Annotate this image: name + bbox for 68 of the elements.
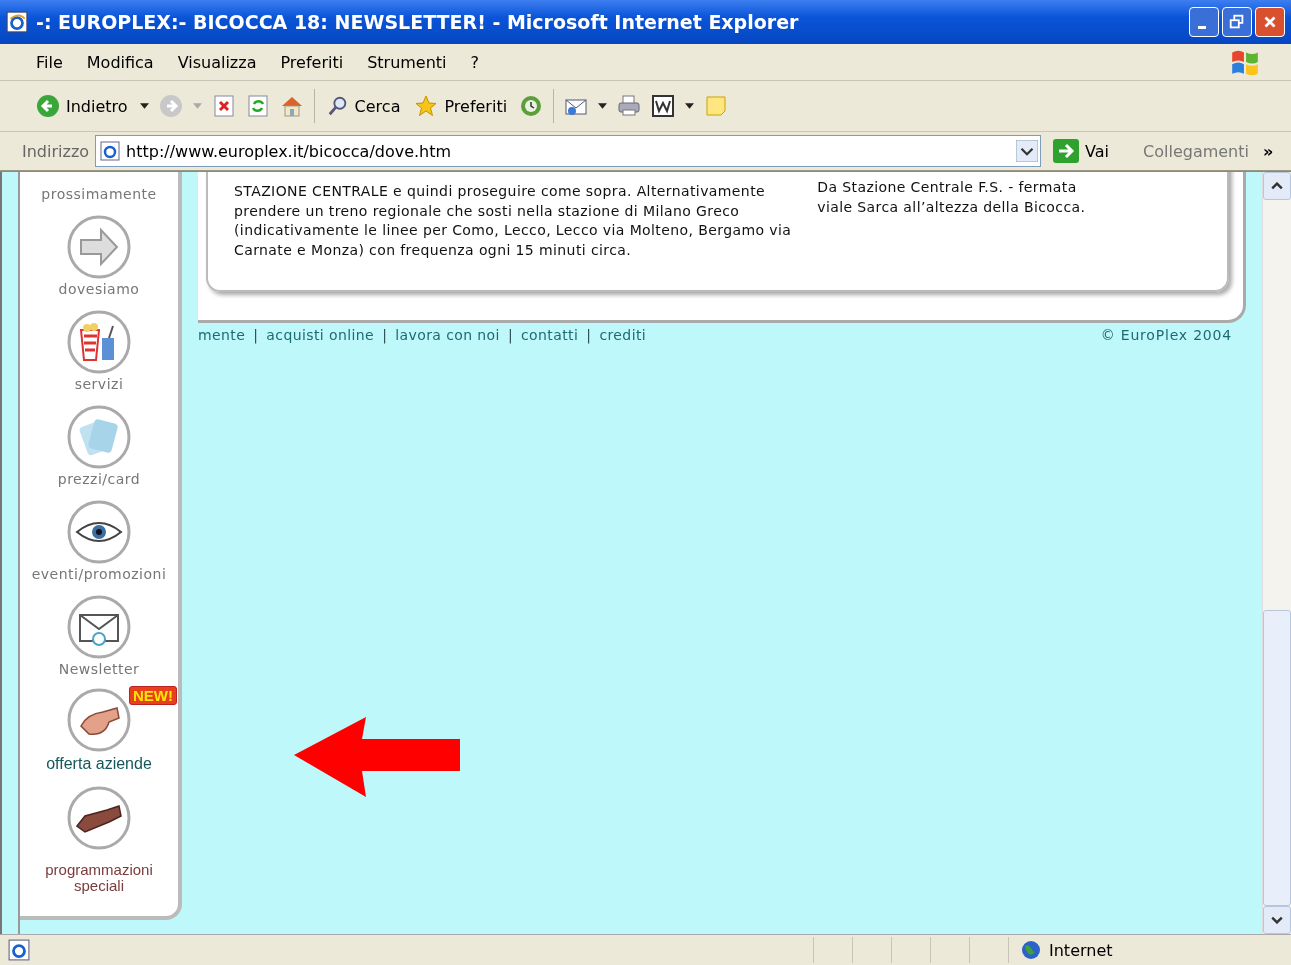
- directions-text: Carnate e Monza) con frequenza ogni 15 minuti circa.: [234, 240, 633, 260]
- sidebar-link[interactable]: prossimamente: [41, 186, 157, 202]
- eye-icon[interactable]: [67, 500, 131, 564]
- footer-link[interactable]: acquisti online: [266, 327, 375, 351]
- copyright-text: © EuroPlex 2004: [1100, 327, 1232, 345]
- sidebar-link[interactable]: eventi/promozioni: [31, 566, 167, 582]
- caret-icon[interactable]: [598, 103, 608, 109]
- scroll-down-icon[interactable]: [1271, 916, 1283, 924]
- menu-item[interactable]: Visualizza: [177, 52, 257, 72]
- footer-link[interactable]: lavora con noi: [395, 327, 500, 351]
- hand-icon[interactable]: [67, 688, 131, 752]
- scrollbar[interactable]: [1262, 172, 1291, 934]
- search-icon: [326, 95, 349, 117]
- menu-item[interactable]: Strumenti: [367, 52, 447, 72]
- window-title: -: EUROPLEX:- BICOCCA 18: NEWSLETTER! - Microsoft Internet Explorer: [36, 11, 800, 33]
- close-button[interactable]: [1255, 7, 1285, 37]
- browser-icon: [6, 11, 28, 33]
- links-label[interactable]: Collegamenti: [1143, 141, 1249, 161]
- more-links-button[interactable]: »: [1263, 141, 1274, 161]
- footer-link[interactable]: mente: [198, 327, 246, 351]
- directions-text: prendere un treno regionale che sosti nella stazione di Milano Greco: [234, 201, 741, 221]
- zone-text: Internet: [1049, 940, 1113, 960]
- separator-text: |: [507, 327, 513, 346]
- footer-link[interactable]: crediti: [599, 327, 647, 351]
- stop-icon[interactable]: [211, 94, 236, 118]
- page-icon: [8, 939, 30, 961]
- directions-text: Da Stazione Centrale F.S. - fermata: [817, 178, 1078, 197]
- footer-link[interactable]: contatti: [521, 327, 579, 351]
- new-badge: NEW!: [129, 686, 177, 705]
- word-document-icon[interactable]: [651, 94, 676, 118]
- star-icon: [414, 94, 439, 118]
- sidebar-link[interactable]: prezzi/card: [57, 471, 141, 487]
- minimize-button[interactable]: [1189, 7, 1219, 37]
- search-button[interactable]: Cerca: [324, 93, 403, 119]
- caret-icon[interactable]: [139, 103, 149, 109]
- globe-icon: [1021, 940, 1041, 960]
- menu-item[interactable]: ?: [470, 52, 480, 72]
- scroll-up-icon[interactable]: [1271, 182, 1283, 190]
- history-icon[interactable]: [519, 94, 544, 118]
- address-field[interactable]: http://www.europlex.it/bicocca/dove.htm: [95, 135, 1042, 167]
- sidebar-link[interactable]: programmazioni speciali: [34, 862, 164, 894]
- separator-text: |: [253, 327, 259, 346]
- sidebar-link[interactable]: dovesiamo: [58, 281, 140, 297]
- favorites-button[interactable]: Preferiti: [412, 92, 510, 120]
- directions-text: viale Sarca all’altezza della Bicocca.: [817, 197, 1086, 217]
- minimize-icon: [1198, 25, 1206, 29]
- sidebar-link[interactable]: offerta aziende: [46, 756, 152, 772]
- menu-item[interactable]: Modifica: [86, 52, 154, 72]
- popcorn-icon[interactable]: [67, 310, 131, 374]
- back-button[interactable]: Indietro: [34, 92, 130, 120]
- page-icon: [100, 141, 121, 161]
- refresh-icon[interactable]: [245, 94, 270, 118]
- menu-item[interactable]: File: [36, 52, 63, 72]
- envelope-icon[interactable]: [67, 595, 131, 659]
- dropdown-icon[interactable]: [1016, 140, 1039, 162]
- sidebar-link[interactable]: servizi: [74, 376, 124, 392]
- directions-text: STAZIONE CENTRALE e quindi proseguire come sopra. Alternativamente: [234, 182, 767, 201]
- directions-text: (indicativamente le linee per Como, Lecco, Lecco via Molteno, Bergamo via: [234, 221, 792, 240]
- caret-icon[interactable]: [685, 103, 695, 109]
- print-icon[interactable]: [617, 94, 642, 118]
- restore-button[interactable]: [1222, 7, 1252, 37]
- restore-icon: [1228, 13, 1246, 31]
- go-button[interactable]: Vai: [1051, 137, 1112, 165]
- separator-text: |: [382, 327, 388, 346]
- menu-item[interactable]: Preferiti: [280, 52, 344, 72]
- address-label: Indirizzo: [22, 141, 90, 161]
- sidebar-link[interactable]: Newsletter: [58, 661, 140, 677]
- separator-text: |: [586, 327, 592, 346]
